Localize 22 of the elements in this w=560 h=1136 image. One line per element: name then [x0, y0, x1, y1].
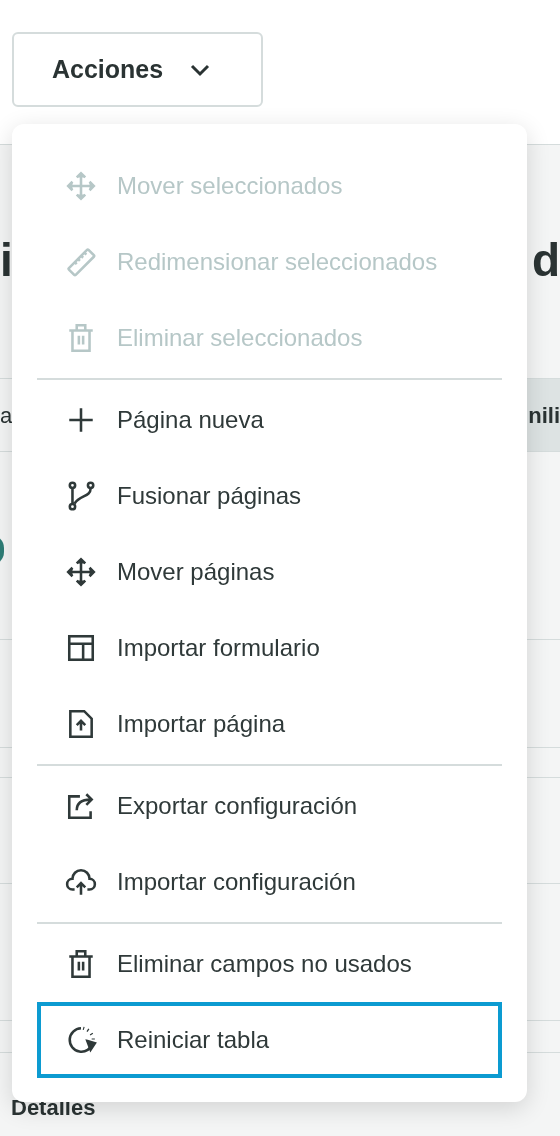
menu-item[interactable]: Eliminar campos no usados: [37, 926, 502, 1002]
menu-item[interactable]: Importar formulario: [37, 610, 502, 686]
chevron-down-icon: [189, 62, 212, 77]
move-icon: [65, 170, 97, 202]
layout-icon: [65, 632, 97, 664]
menu-item[interactable]: Reiniciar tabla: [37, 1002, 502, 1078]
cloud-upload-icon: [65, 866, 97, 898]
ruler-icon: [65, 246, 97, 278]
menu-item[interactable]: Importar página: [37, 686, 502, 762]
menu-item[interactable]: Página nueva: [37, 382, 502, 458]
reset-icon: [65, 1024, 97, 1056]
menu-item[interactable]: Exportar configuración: [37, 768, 502, 844]
column-header: nili: [526, 379, 560, 451]
menu-item[interactable]: Mover páginas: [37, 534, 502, 610]
actions-button[interactable]: Acciones: [12, 32, 263, 107]
page-heading: d: [531, 236, 560, 283]
page-heading: i: [0, 236, 13, 283]
menu-item[interactable]: Fusionar páginas: [37, 458, 502, 534]
section-title: Detalles: [11, 1095, 96, 1120]
menu-item[interactable]: Importar configuración: [37, 844, 502, 920]
column-header: a: [0, 401, 13, 430]
move-icon: [65, 556, 97, 588]
